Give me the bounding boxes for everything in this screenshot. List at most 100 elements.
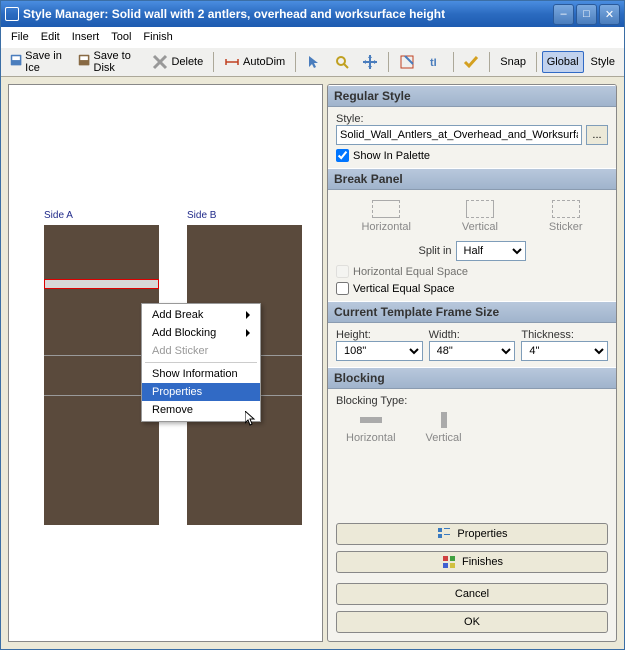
autodim-button[interactable]: AutoDim <box>219 51 290 73</box>
style-toggle[interactable]: Style <box>586 51 620 73</box>
window-title: Style Manager: Solid wall with 2 antlers… <box>23 7 551 21</box>
width-label: Width: <box>429 329 516 341</box>
hes-checkbox <box>336 265 349 278</box>
blocking-vertical[interactable]: Vertical <box>426 411 462 444</box>
break-vertical[interactable]: Vertical <box>462 200 498 233</box>
menu-edit[interactable]: Edit <box>35 29 66 45</box>
thickness-label: Thickness: <box>521 329 608 341</box>
global-toggle[interactable]: Global <box>542 51 584 73</box>
text-button[interactable]: tI <box>422 51 448 73</box>
cancel-button[interactable]: Cancel <box>336 583 608 605</box>
svg-text:tI: tI <box>430 57 437 69</box>
toolbar: Save in Ice Save to Disk Delete AutoDim … <box>1 47 624 77</box>
menubar: File Edit Insert Tool Finish <box>1 27 624 47</box>
main-area: Side A Side B Add Break Add Blocking Add… <box>1 77 624 649</box>
break-sticker[interactable]: Sticker <box>549 200 583 233</box>
style-browse-button[interactable]: ... <box>586 125 608 145</box>
canvas[interactable]: Side A Side B Add Break Add Blocking Add… <box>8 84 323 642</box>
style-label: Style: <box>336 113 608 125</box>
side-a-label: Side A <box>44 210 73 221</box>
width-select[interactable]: 48" <box>429 341 516 361</box>
insert-icon <box>399 54 415 70</box>
app-icon <box>5 7 19 21</box>
horizontal-blocking-icon <box>357 411 385 429</box>
ctx-sep <box>145 362 257 363</box>
save-in-ice-button[interactable]: Save in Ice <box>5 51 71 73</box>
finishes-icon <box>441 554 457 570</box>
toolbar-sep <box>388 52 389 72</box>
properties-icon <box>436 526 452 542</box>
hes-label: Horizontal Equal Space <box>353 266 468 278</box>
text-icon: tI <box>427 54 443 70</box>
toolbar-sep <box>536 52 537 72</box>
blocking-horizontal[interactable]: Horizontal <box>346 411 396 444</box>
check-icon <box>463 54 479 70</box>
show-in-palette-checkbox[interactable] <box>336 149 349 162</box>
height-select[interactable]: 108" <box>336 341 423 361</box>
chevron-right-icon <box>246 311 250 319</box>
selected-segment[interactable] <box>44 279 159 289</box>
split-in-select[interactable]: Half <box>456 241 526 261</box>
ok-button[interactable]: OK <box>336 611 608 633</box>
chevron-right-icon <box>246 329 250 337</box>
app-window: Style Manager: Solid wall with 2 antlers… <box>0 0 625 650</box>
snap-button[interactable]: Snap <box>495 51 531 73</box>
titlebar: Style Manager: Solid wall with 2 antlers… <box>1 1 624 27</box>
regular-style-header: Regular Style <box>328 85 616 107</box>
break-panel-body: Horizontal Vertical Sticker Split in Hal… <box>328 190 616 301</box>
blocking-body: Blocking Type: Horizontal Vertical <box>328 389 616 458</box>
menu-file[interactable]: File <box>5 29 35 45</box>
blocking-header: Blocking <box>328 367 616 389</box>
thickness-select[interactable]: 4" <box>521 341 608 361</box>
ctx-remove[interactable]: Remove <box>142 401 260 419</box>
zoom-icon <box>334 54 350 70</box>
menu-insert[interactable]: Insert <box>66 29 106 45</box>
save-to-disk-button[interactable]: Save to Disk <box>73 51 145 73</box>
toolbar-sep <box>213 52 214 72</box>
break-horizontal[interactable]: Horizontal <box>361 200 411 233</box>
insert-button[interactable] <box>394 51 420 73</box>
height-label: Height: <box>336 329 423 341</box>
menu-finish[interactable]: Finish <box>137 29 178 45</box>
show-in-palette-label: Show In Palette <box>353 150 430 162</box>
properties-button[interactable]: Properties <box>336 523 608 545</box>
ctx-add-blocking[interactable]: Add Blocking <box>142 324 260 342</box>
blocking-type-label: Blocking Type: <box>336 395 608 407</box>
toolbar-sep <box>453 52 454 72</box>
ves-checkbox[interactable] <box>336 282 349 295</box>
menu-tool[interactable]: Tool <box>105 29 137 45</box>
ctx-show-info[interactable]: Show Information <box>142 365 260 383</box>
save-disk-icon <box>78 54 90 70</box>
ctx-properties[interactable]: Properties <box>142 383 260 401</box>
template-size-body: Height:108" Width:48" Thickness:4" <box>328 323 616 367</box>
style-name-input[interactable] <box>336 125 582 145</box>
toolbar-sep <box>295 52 296 72</box>
side-b-label: Side B <box>187 210 216 221</box>
ctx-add-sticker: Add Sticker <box>142 342 260 360</box>
delete-button[interactable]: Delete <box>147 51 208 73</box>
close-button[interactable]: ✕ <box>599 4 620 25</box>
finishes-button[interactable]: Finishes <box>336 551 608 573</box>
toolbar-sep <box>489 52 490 72</box>
pan-icon <box>362 54 378 70</box>
sticker-break-icon <box>552 200 580 218</box>
minimize-button[interactable]: – <box>553 4 574 25</box>
maximize-button[interactable]: □ <box>576 4 597 25</box>
template-size-header: Current Template Frame Size <box>328 301 616 323</box>
vertical-blocking-icon <box>430 411 458 429</box>
ctx-add-break[interactable]: Add Break <box>142 306 260 324</box>
context-menu: Add Break Add Blocking Add Sticker Show … <box>141 303 261 422</box>
regular-style-body: Style: ... Show In Palette <box>328 107 616 168</box>
vertical-break-icon <box>466 200 494 218</box>
split-in-label: Split in <box>418 245 451 257</box>
zoom-button[interactable] <box>329 51 355 73</box>
check-button[interactable] <box>458 51 484 73</box>
cursor-icon <box>245 411 259 427</box>
pointer-button[interactable] <box>301 51 327 73</box>
horizontal-break-icon <box>372 200 400 218</box>
break-panel-header: Break Panel <box>328 168 616 190</box>
pan-button[interactable] <box>357 51 383 73</box>
save-ice-icon <box>10 54 22 70</box>
delete-icon <box>152 54 168 70</box>
ves-label: Vertical Equal Space <box>353 283 455 295</box>
